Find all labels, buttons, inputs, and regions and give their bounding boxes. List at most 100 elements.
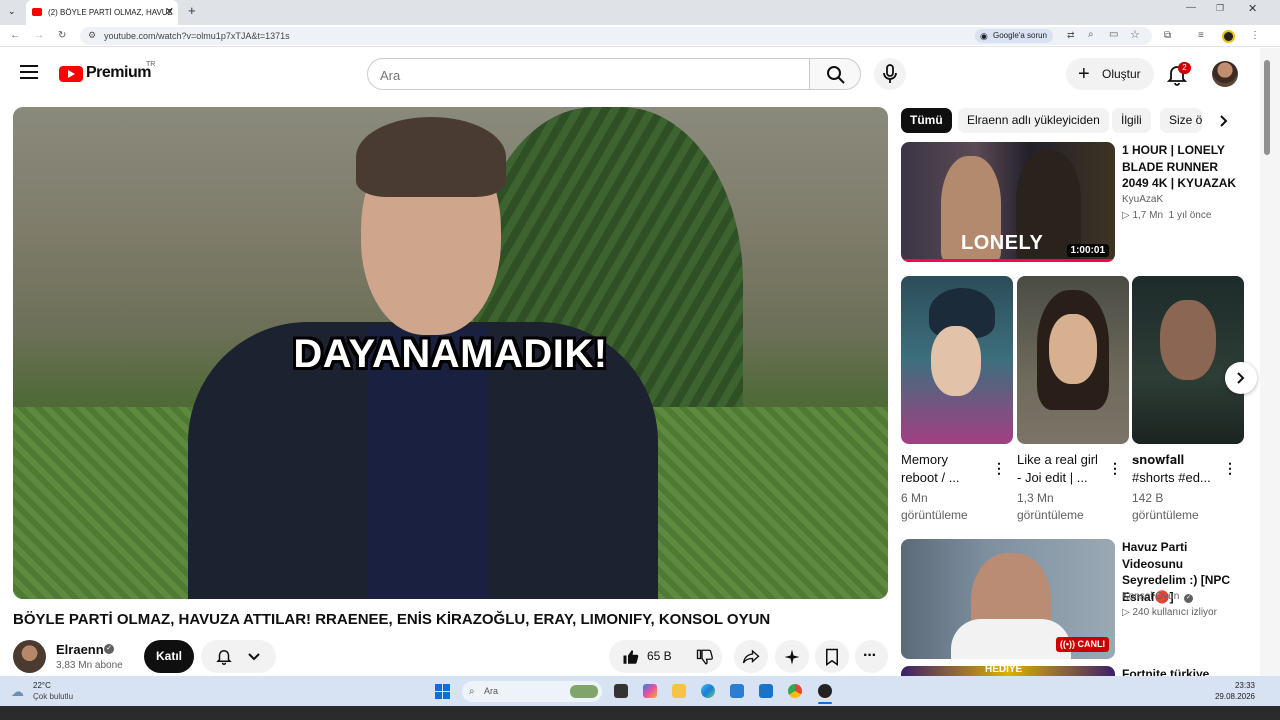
rec-thumbnail[interactable]: LONELY 1:00:01: [901, 142, 1115, 262]
rec-channel-name: Konsol Oyun: [1122, 591, 1180, 602]
bookmark-star-icon[interactable]: ☆: [1130, 28, 1140, 41]
close-tab-icon[interactable]: ✕: [165, 0, 174, 25]
translate-icon[interactable]: ⇄: [1067, 30, 1075, 41]
like-icon: [623, 650, 639, 664]
browser-tab-bar: ⌄ (2) BÖYLE PARTİ OLMAZ, HAVUZ ✕ + — ❐ ✕: [0, 0, 1280, 25]
ask-ai-button[interactable]: [775, 640, 809, 673]
store-icon[interactable]: [730, 684, 744, 698]
dislike-button[interactable]: [688, 640, 722, 673]
back-icon[interactable]: ←: [10, 25, 20, 47]
short-thumbnail[interactable]: [1017, 276, 1129, 444]
play-icon: ▷: [1122, 210, 1133, 221]
clock-date[interactable]: 29.08.2026: [1215, 692, 1255, 701]
more-icon[interactable]: ⋮: [992, 461, 1006, 475]
shorts-next-button[interactable]: [1225, 362, 1257, 394]
outlook-icon[interactable]: [759, 684, 773, 698]
edge-icon[interactable]: [701, 684, 715, 698]
save-button[interactable]: [815, 640, 849, 673]
url-text[interactable]: youtube.com/watch?v=olmu1p7xTJA&t=1371s: [104, 27, 290, 45]
like-count: 65 B: [647, 649, 672, 663]
share-button[interactable]: [734, 640, 768, 673]
cast-icon[interactable]: ▭: [1109, 29, 1118, 40]
omnibox[interactable]: ⚙ youtube.com/watch?v=olmu1p7xTJA&t=1371…: [80, 27, 1152, 45]
short-thumbnail[interactable]: [901, 276, 1013, 444]
short-title[interactable]: Memory reboot / ...: [901, 451, 986, 486]
user-avatar[interactable]: [1212, 61, 1238, 87]
search-button[interactable]: [809, 58, 861, 90]
short-views: 142 B: [1132, 491, 1164, 505]
short-title[interactable]: Like a real girl - Joi edit | ...: [1017, 451, 1105, 486]
chrome-icon[interactable]: [788, 684, 802, 698]
rec-title-text: Fortnite türkiye: [1122, 667, 1210, 676]
thumb-shirt: [951, 619, 1071, 659]
thumb-face: [931, 326, 981, 396]
chip-from-uploader[interactable]: Elraenn adlı yükleyiciden: [958, 108, 1109, 133]
search-input[interactable]: [380, 65, 780, 85]
browser-tab-active[interactable]: (2) BÖYLE PARTİ OLMAZ, HAVUZ ✕: [26, 0, 178, 25]
video-caption-overlay: DAYANAMADIK!: [293, 332, 608, 376]
task-view-icon[interactable]: [614, 684, 628, 698]
window-restore-icon[interactable]: ❐: [1216, 3, 1224, 14]
window-minimize-icon[interactable]: —: [1186, 2, 1196, 13]
short-thumbnail[interactable]: [1132, 276, 1244, 444]
clock-time[interactable]: 23:33: [1235, 681, 1255, 690]
extensions-icon[interactable]: ⧉: [1164, 25, 1171, 47]
more-icon[interactable]: ⋮: [1108, 461, 1122, 475]
short-title[interactable]: 𝐬𝐧𝐨𝐰𝐟𝐚𝐥𝐥 #shorts #ed...: [1132, 451, 1217, 486]
rec-thumbnail[interactable]: ((•)) CANLI: [901, 539, 1115, 659]
start-button[interactable]: [435, 684, 450, 699]
sparkle-icon: [784, 649, 800, 665]
scrollbar-thumb[interactable]: [1264, 60, 1270, 155]
live-icon: ((•)): [1059, 639, 1078, 649]
voice-search-button[interactable]: [874, 58, 906, 90]
profile-avatar-icon[interactable]: [1222, 30, 1235, 43]
chip-all[interactable]: Tümü: [901, 108, 952, 133]
reload-icon[interactable]: ↻: [58, 25, 66, 47]
more-icon[interactable]: ⋮: [1223, 461, 1237, 475]
new-tab-button[interactable]: +: [188, 3, 196, 18]
like-button[interactable]: 65 B: [609, 640, 684, 673]
subscription-notification-button[interactable]: [201, 640, 276, 673]
browser-menu-icon[interactable]: ⋮: [1250, 25, 1260, 47]
plus-icon: +: [1078, 63, 1090, 85]
channel-name[interactable]: Elraenn: [56, 642, 104, 657]
file-explorer-icon[interactable]: [672, 684, 686, 698]
rec-title[interactable]: Fortnite türkiye: [1122, 666, 1247, 676]
weather-icon[interactable]: ☁: [11, 684, 24, 700]
forward-icon[interactable]: →: [34, 25, 44, 47]
weather-temp[interactable]: 22°C: [33, 681, 51, 690]
thumb-title-text: HEDİYE: [985, 666, 1023, 675]
site-info-icon[interactable]: ⚙: [88, 30, 96, 41]
channel-avatar[interactable]: [13, 640, 46, 673]
more-icon: ···: [863, 647, 877, 664]
short-views: 1,3 Mn: [1017, 491, 1054, 505]
join-button[interactable]: Katıl: [144, 640, 194, 673]
google-lens-button[interactable]: ◉ Google'a sorun: [975, 29, 1054, 43]
copilot-icon[interactable]: [643, 684, 657, 698]
weather-desc[interactable]: Çok bulutlu: [33, 692, 73, 701]
chip-for-you[interactable]: Size ö: [1160, 108, 1202, 133]
logo-text[interactable]: Premium: [86, 64, 151, 82]
chips-next-button[interactable]: [1212, 109, 1236, 133]
rec-channel[interactable]: Konsol Oyun ✓: [1122, 589, 1194, 605]
window-close-icon[interactable]: ✕: [1248, 2, 1257, 15]
rec-title[interactable]: 1 HOUR | LONELY BLADE RUNNER 2049 4K | K…: [1122, 142, 1247, 192]
chip-related[interactable]: İlgili: [1112, 108, 1151, 133]
video-player[interactable]: DAYANAMADIK!: [13, 107, 888, 599]
tab-title: (2) BÖYLE PARTİ OLMAZ, HAVUZ: [48, 8, 173, 17]
tab-list-chevron-icon[interactable]: ⌄: [8, 6, 16, 17]
youtube-logo-icon[interactable]: [59, 66, 83, 82]
rec-channel[interactable]: KyuAzaK: [1122, 192, 1163, 208]
notification-badge: 2: [1178, 62, 1191, 74]
media-control-icon[interactable]: ≡: [1198, 25, 1204, 47]
short-views-suffix: görüntüleme: [1017, 508, 1084, 522]
obs-icon[interactable]: [818, 684, 832, 698]
rec-thumbnail[interactable]: HEDİYE: [901, 666, 1115, 676]
taskbar-search[interactable]: ⌕ Ara: [462, 681, 602, 702]
create-button[interactable]: + Oluştur: [1066, 58, 1154, 90]
menu-icon[interactable]: [20, 65, 38, 79]
bell-icon: [216, 650, 232, 665]
zoom-icon[interactable]: ⌕: [1088, 29, 1094, 40]
page-scrollbar[interactable]: [1260, 48, 1280, 676]
more-actions-button[interactable]: ···: [855, 640, 888, 673]
